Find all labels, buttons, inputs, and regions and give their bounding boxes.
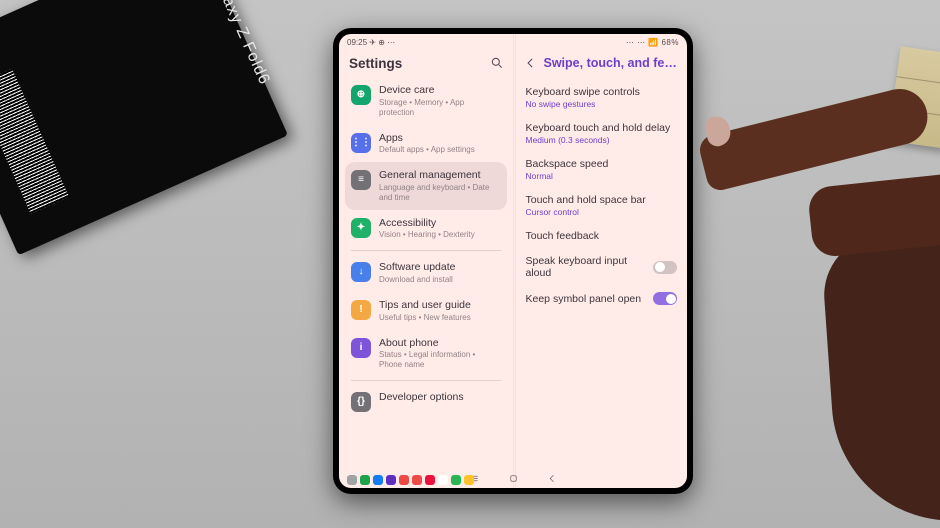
settings-header: Settings [339, 51, 513, 77]
setting-value: Medium (0.3 seconds) [526, 135, 678, 145]
dock-app-9[interactable] [464, 475, 474, 485]
sidebar-item-sub: Status • Legal information • Phone name [379, 350, 501, 370]
app-dock [347, 475, 474, 485]
about-phone-icon: i [351, 338, 371, 358]
sidebar-item-label: Tips and user guide [379, 299, 471, 312]
software-update-icon: ↓ [351, 262, 371, 282]
sidebar-item-label: Software update [379, 261, 455, 274]
dock-app-6[interactable] [425, 475, 435, 485]
toggle-switch[interactable] [653, 261, 677, 274]
tips-icon: ! [351, 300, 371, 320]
navigation-bar [339, 472, 687, 488]
back-icon[interactable] [524, 55, 538, 71]
dock-app-4[interactable] [399, 475, 409, 485]
sidebar-item-label: Device care [379, 84, 501, 97]
setting-value: Normal [526, 171, 678, 181]
nav-back-icon[interactable] [547, 471, 558, 488]
setting-value: No swipe gestures [526, 99, 678, 109]
detail-list: Keyboard swipe controlsNo swipe gestures… [514, 77, 688, 311]
setting-row-keep-symbol[interactable]: Keep symbol panel open [526, 285, 678, 311]
dock-app-1[interactable] [360, 475, 370, 485]
sidebar-item-label: About phone [379, 337, 501, 350]
dock-app-0[interactable] [347, 475, 357, 485]
dock-app-2[interactable] [373, 475, 383, 485]
device-care-icon: ⊕ [351, 85, 371, 105]
sidebar-item-developer-options[interactable]: {} Developer options [345, 384, 507, 419]
sidebar-item-software-update[interactable]: ↓ Software updateDownload and install [345, 254, 507, 292]
settings-list: ⊕ Device careStorage • Memory • App prote… [339, 77, 513, 419]
sidebar-item-label: General management [379, 169, 501, 182]
setting-title: Touch and hold space bar [526, 194, 678, 206]
detail-title: Swipe, touch, and feedb… [544, 56, 680, 70]
sidebar-item-apps[interactable]: ⋮⋮ AppsDefault apps • App settings [345, 125, 507, 163]
detail-header: Swipe, touch, and feedb… [514, 51, 688, 77]
apps-icon: ⋮⋮ [351, 133, 371, 153]
barcode-label [0, 69, 69, 214]
sidebar-item-tips[interactable]: ! Tips and user guideUseful tips • New fe… [345, 292, 507, 330]
settings-pane: Settings ⊕ Device careStorage • Memory • … [339, 51, 514, 472]
dock-app-5[interactable] [412, 475, 422, 485]
setting-title: Backspace speed [526, 158, 678, 170]
setting-value: Cursor control [526, 207, 678, 217]
setting-row-touch-feedback[interactable]: Touch feedback [526, 223, 678, 248]
dock-app-7[interactable] [438, 475, 448, 485]
sidebar-item-label: Apps [379, 132, 475, 145]
setting-row-speak-aloud[interactable]: Speak keyboard input aloud [526, 248, 678, 285]
accessibility-icon: ✦ [351, 218, 371, 238]
detail-pane: Swipe, touch, and feedb… Keyboard swipe … [514, 51, 688, 472]
sidebar-item-sub: Useful tips • New features [379, 313, 471, 323]
setting-title: Keyboard swipe controls [526, 86, 678, 98]
general-management-icon: ≡ [351, 170, 371, 190]
status-time: 09:25 ✈ ⊕ ⋯ [347, 38, 395, 47]
setting-row-backspace-speed[interactable]: Backspace speedNormal [526, 151, 678, 187]
status-right: ⋯ ⋯ 📶 68% [626, 38, 679, 47]
sidebar-item-sub: Vision • Hearing • Dexterity [379, 230, 475, 240]
sidebar-item-label: Developer options [379, 391, 464, 404]
dock-app-8[interactable] [451, 475, 461, 485]
settings-title: Settings [349, 56, 402, 71]
setting-title: Keep symbol panel open [526, 293, 642, 305]
sidebar-item-sub: Storage • Memory • App protection [379, 98, 501, 118]
nav-home-icon[interactable] [508, 471, 519, 488]
sidebar-item-label: Accessibility [379, 217, 475, 230]
sidebar-item-general-management[interactable]: ≡ General managementLanguage and keyboard… [345, 162, 507, 210]
toggle-switch[interactable] [653, 292, 677, 305]
setting-title: Touch feedback [526, 230, 678, 242]
sidebar-item-about-phone[interactable]: i About phoneStatus • Legal information •… [345, 330, 507, 378]
sidebar-item-sub: Download and install [379, 275, 455, 285]
list-divider [351, 250, 501, 251]
setting-row-keyboard-swipe[interactable]: Keyboard swipe controlsNo swipe gestures [526, 79, 678, 115]
dock-app-3[interactable] [386, 475, 396, 485]
search-icon[interactable] [489, 55, 505, 71]
developer-options-icon: {} [351, 392, 371, 412]
setting-title: Speak keyboard input aloud [526, 255, 654, 279]
sidebar-item-sub: Default apps • App settings [379, 145, 475, 155]
sidebar-item-accessibility[interactable]: ✦ AccessibilityVision • Hearing • Dexteri… [345, 210, 507, 248]
sidebar-item-device-care[interactable]: ⊕ Device careStorage • Memory • App prote… [345, 77, 507, 125]
phone-frame: 09:25 ✈ ⊕ ⋯ ⋯ ⋯ 📶 68% Settings ⊕ Device c… [333, 28, 693, 494]
phone-screen: 09:25 ✈ ⊕ ⋯ ⋯ ⋯ 📶 68% Settings ⊕ Device c… [339, 34, 687, 488]
setting-title: Keyboard touch and hold delay [526, 122, 678, 134]
setting-row-touch-hold-space[interactable]: Touch and hold space barCursor control [526, 187, 678, 223]
list-divider [351, 380, 501, 381]
sidebar-item-sub: Language and keyboard • Date and time [379, 183, 501, 203]
setting-row-touch-hold-delay[interactable]: Keyboard touch and hold delayMedium (0.3… [526, 115, 678, 151]
